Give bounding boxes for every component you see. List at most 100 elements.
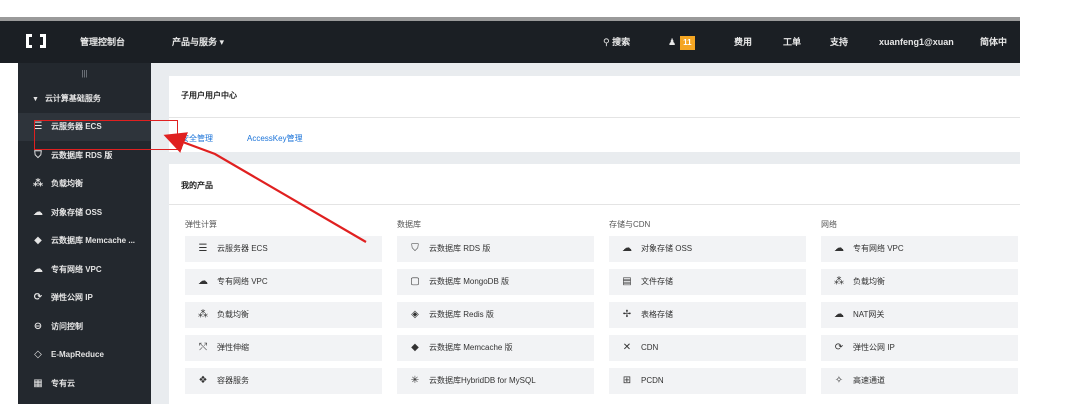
- console-home-link[interactable]: 管理控制台: [80, 21, 125, 63]
- product-tile-label: CDN: [641, 343, 659, 352]
- product-tile-label: 弹性伸缩: [217, 343, 249, 352]
- memcache-icon: ◆: [411, 342, 419, 353]
- product-tile-label: 专有网络 VPC: [217, 277, 268, 286]
- my-products-card: 我的产品 弹性计算 ☰ 云服务器 ECS ☁ 专有网络 VPC ⁂ 负载均衡 ⤲ 弹性伸缩 ❖ 容器…: [169, 164, 1020, 404]
- product-tile[interactable]: ▤ 文件存储: [609, 269, 806, 295]
- product-tile-label: 云数据库 Memcache 版: [429, 343, 513, 352]
- product-tile-label: 云服务器 ECS: [217, 244, 268, 253]
- elastic-ip-icon: ⟳: [33, 292, 43, 303]
- database-icon: ⛉: [411, 243, 419, 254]
- mongodb-icon: ▢: [410, 276, 420, 287]
- elastic-ip-icon: ⟳: [834, 342, 844, 353]
- product-tile[interactable]: ❖ 容器服务: [185, 368, 382, 394]
- load-balancer-icon: ⁂: [834, 276, 844, 287]
- product-tile[interactable]: ⤲ 弹性伸缩: [185, 335, 382, 361]
- product-tile[interactable]: ✧ 高速通道: [821, 368, 1018, 394]
- product-tile-label: 容器服务: [217, 376, 249, 385]
- search-label: 搜索: [612, 37, 631, 47]
- sidebar-item-label: 云数据库 Memcache ...: [51, 236, 136, 245]
- product-tile[interactable]: ◈ 云数据库 Redis 版: [397, 302, 594, 328]
- cdn-icon: ✕: [622, 342, 632, 353]
- sidebar: ||| ▼ 云计算基础服务 ☰ 云服务器 ECS ⛉ 云数据库 RDS 版 ⁂ 负载均衡 ☁ 对…: [18, 63, 151, 404]
- product-tile-label: 高速通道: [853, 376, 885, 385]
- sidebar-item[interactable]: ▦ 专有云: [18, 370, 151, 398]
- server-icon: ☰: [198, 243, 208, 254]
- sidebar-item-label: 访问控制: [51, 321, 83, 331]
- private-cloud-icon: ▦: [33, 377, 43, 389]
- sidebar-item-label: 云数据库 RDS 版: [51, 150, 113, 160]
- product-tile[interactable]: ☰ 云服务器 ECS: [185, 236, 382, 262]
- billing-link[interactable]: 费用: [734, 21, 752, 63]
- sidebar-item[interactable]: ◆ 云数据库 Memcache ...: [18, 227, 151, 255]
- vpc-icon: ☁: [33, 263, 43, 275]
- sidebar-item[interactable]: ☁ 专有网络 VPC: [18, 256, 151, 284]
- user-account-menu[interactable]: xuanfeng1@xuan: [879, 21, 954, 63]
- subaccount-card: 子用户用户中心 安全管理 AccessKey管理: [169, 76, 1020, 152]
- product-tile[interactable]: ✕ CDN: [609, 335, 806, 361]
- cloud-storage-icon: ☁: [622, 243, 632, 254]
- hybriddb-icon: ✳: [410, 375, 420, 386]
- product-tile[interactable]: ☁ 专有网络 VPC: [821, 236, 1018, 262]
- product-tile[interactable]: ⛉ 云数据库 RDS 版: [397, 236, 594, 262]
- sidebar-item[interactable]: ◇ E-MapReduce: [18, 341, 151, 369]
- tab-accesskey-management[interactable]: AccessKey管理: [247, 133, 303, 144]
- product-tile[interactable]: ☁ NAT网关: [821, 302, 1018, 328]
- brand-logo-icon[interactable]: [26, 34, 46, 48]
- container-icon: ❖: [198, 375, 208, 386]
- annotation-highlight-box: [34, 120, 178, 150]
- my-products-title: 我的产品: [181, 181, 213, 190]
- main-content: 子用户用户中心 安全管理 AccessKey管理 我的产品 弹性计算 ☰ 云服务器 …: [151, 63, 1020, 404]
- vpc-icon: ☁: [198, 276, 208, 287]
- sidebar-item-label: 负载均衡: [51, 179, 83, 188]
- sidebar-collapse-toggle[interactable]: |||: [18, 63, 151, 85]
- product-tile[interactable]: ⁂ 负载均衡: [821, 269, 1018, 295]
- product-tile-label: 对象存储 OSS: [641, 244, 693, 253]
- search-button[interactable]: ⚲ 搜索: [603, 21, 630, 63]
- product-tile-label: PCDN: [641, 376, 664, 385]
- pcdn-icon: ⊞: [622, 375, 632, 386]
- language-menu[interactable]: 简体中: [980, 21, 1007, 63]
- sidebar-item[interactable]: ☁ 对象存储 OSS: [18, 199, 151, 227]
- product-tile[interactable]: ☁ 对象存储 OSS: [609, 236, 806, 262]
- product-tile[interactable]: ▢ 云数据库 MongoDB 版: [397, 269, 594, 295]
- sidebar-group-label: 云计算基础服务: [44, 94, 101, 103]
- product-tile-label: NAT网关: [853, 310, 885, 319]
- sidebar-item[interactable]: ⟳ 弹性公网 IP: [18, 284, 151, 312]
- product-tile[interactable]: ✢ 表格存储: [609, 302, 806, 328]
- product-tile[interactable]: ⊞ PCDN: [609, 368, 806, 394]
- subaccount-title: 子用户用户中心: [181, 91, 237, 100]
- table-storage-icon: ✢: [622, 309, 632, 320]
- product-category-heading: 网络: [821, 220, 837, 229]
- product-tile-label: 云数据库 RDS 版: [429, 244, 491, 253]
- ticket-link[interactable]: 工单: [783, 21, 801, 63]
- tab-security-management[interactable]: 安全管理: [181, 133, 213, 144]
- product-tile[interactable]: ⁂ 负载均衡: [185, 302, 382, 328]
- sidebar-item-label: 专有云: [51, 378, 75, 388]
- load-balancer-icon: ⁂: [32, 178, 44, 189]
- product-category-heading: 存储与CDN: [609, 220, 651, 229]
- sidebar-item-label: E-MapReduce: [51, 350, 104, 359]
- product-tile-label: 云数据库 MongoDB 版: [429, 277, 510, 286]
- product-tile-label: 文件存储: [641, 277, 673, 286]
- sidebar-group-cloud-computing[interactable]: ▼ 云计算基础服务: [18, 85, 151, 113]
- product-tile[interactable]: ☁ 专有网络 VPC: [185, 269, 382, 295]
- vpc-icon: ☁: [834, 243, 844, 254]
- redis-icon: ◈: [411, 309, 419, 320]
- product-tile[interactable]: ⟳ 弹性公网 IP: [821, 335, 1018, 361]
- support-link[interactable]: 支持: [830, 21, 848, 63]
- card-divider: [169, 204, 1020, 205]
- bell-icon: ♟: [668, 37, 677, 47]
- products-menu[interactable]: 产品与服务 ▾: [172, 21, 224, 63]
- product-tile-label: 负载均衡: [853, 277, 885, 286]
- product-tile[interactable]: ✳ 云数据库HybridDB for MySQL: [397, 368, 594, 394]
- notification-button[interactable]: ♟ 11: [668, 21, 695, 63]
- sidebar-item[interactable]: ⁂ 负载均衡: [18, 170, 151, 198]
- cloud-storage-icon: ☁: [33, 206, 43, 218]
- sidebar-item[interactable]: ⊖ 访问控制: [18, 313, 151, 341]
- product-tile[interactable]: ◆ 云数据库 Memcache 版: [397, 335, 594, 361]
- sidebar-item-label: 专有网络 VPC: [51, 264, 102, 274]
- nat-gateway-icon: ☁: [834, 309, 844, 320]
- product-tile-label: 表格存储: [641, 310, 673, 319]
- caret-down-icon: ▼: [32, 96, 39, 103]
- product-category-heading: 数据库: [397, 220, 421, 229]
